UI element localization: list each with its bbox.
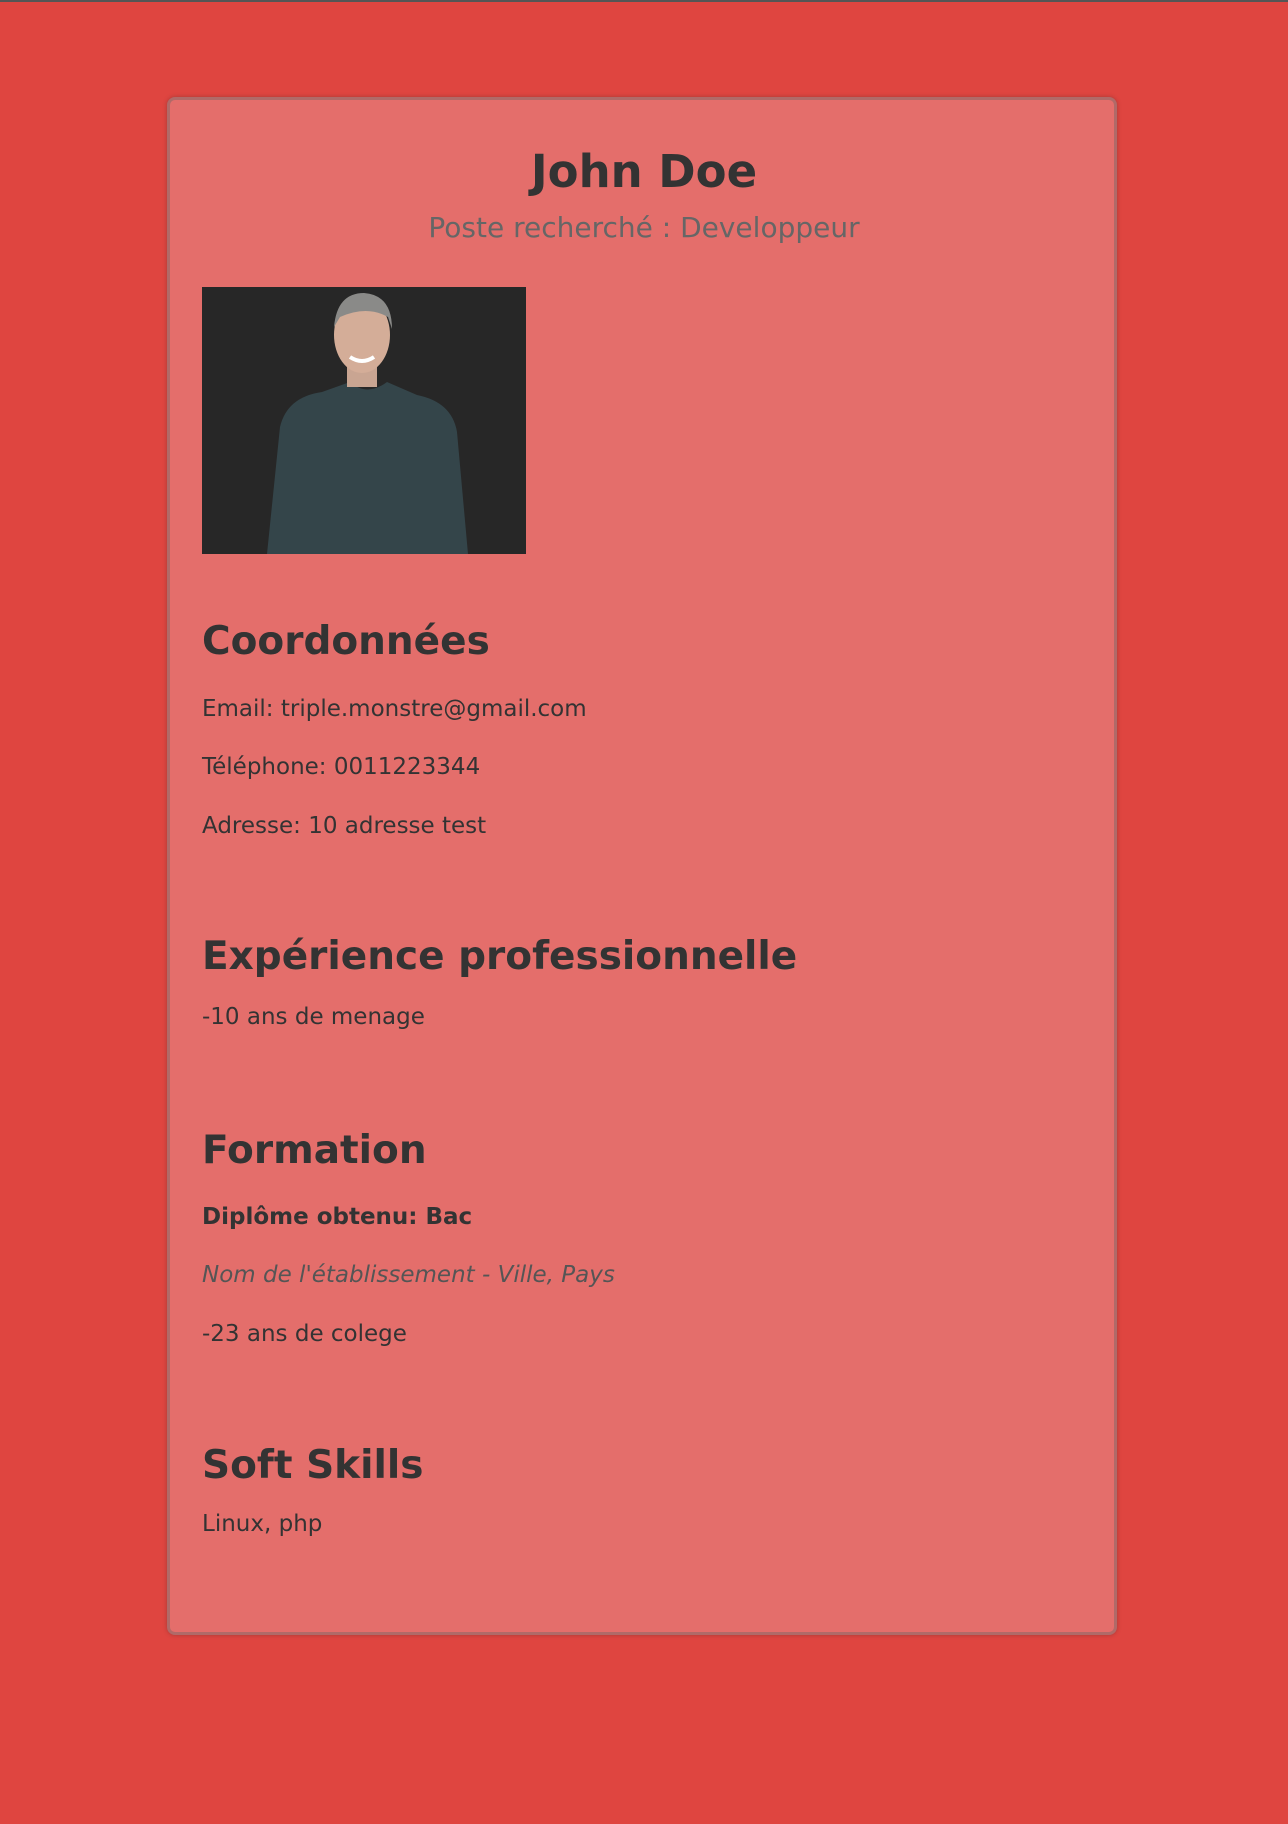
section-title-experience: Expérience professionnelle: [202, 934, 798, 979]
browser-top-edge: [0, 0, 1288, 2]
education-school: Nom de l'établissement - Ville, Pays: [202, 1262, 615, 1288]
contact-phone: Téléphone: 0011223344: [202, 754, 481, 780]
experience-item: -10 ans de menage: [202, 1004, 425, 1030]
candidate-name: John Doe: [530, 145, 758, 198]
contact-email: Email: triple.monstre@gmail.com: [202, 696, 587, 722]
job-title: Poste recherché : Developpeur: [428, 211, 860, 244]
education-degree: Diplôme obtenu: Bac: [202, 1204, 473, 1230]
contact-address: Adresse: 10 adresse test: [202, 813, 487, 839]
section-title-contact: Coordonnées: [202, 619, 490, 664]
education-details: -23 ans de colege: [202, 1321, 407, 1347]
section-title-education: Formation: [202, 1128, 427, 1173]
skills-list: Linux, php: [202, 1511, 323, 1537]
section-title-skills: Soft Skills: [202, 1443, 424, 1488]
profile-photo: [202, 287, 526, 554]
